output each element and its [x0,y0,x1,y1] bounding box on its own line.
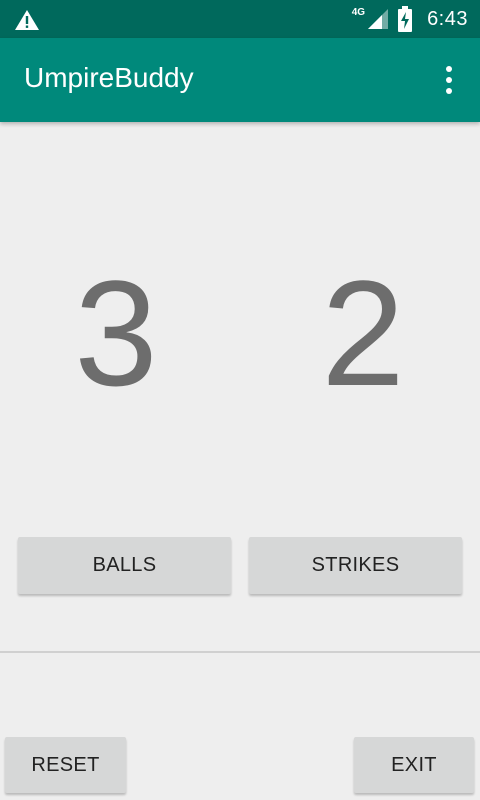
app-title: UmpireBuddy [24,62,194,93]
cell-signal-icon [368,9,389,29]
overflow-dot [446,88,452,94]
status-bar: 4G 6:43 [0,0,480,38]
network-type: 4G [351,6,366,18]
overflow-menu-icon[interactable] [434,64,464,96]
strikes-count: 2 [321,249,405,417]
status-time: 6:43 [427,7,468,30]
reset-button[interactable]: RESET [5,737,126,793]
status-indicators: 4G 6:43 [352,0,468,38]
app-bar: UmpireBuddy [0,38,480,122]
strikes-button[interactable]: STRIKES [249,537,462,594]
divider [0,651,480,653]
balls-button[interactable]: BALLS [18,537,231,594]
battery-charging-icon [398,6,413,32]
overflow-dot [446,66,452,72]
balls-count: 3 [74,249,158,417]
warning-triangle-icon [15,10,39,30]
exit-button[interactable]: EXIT [354,737,474,793]
overflow-dot [446,77,452,83]
